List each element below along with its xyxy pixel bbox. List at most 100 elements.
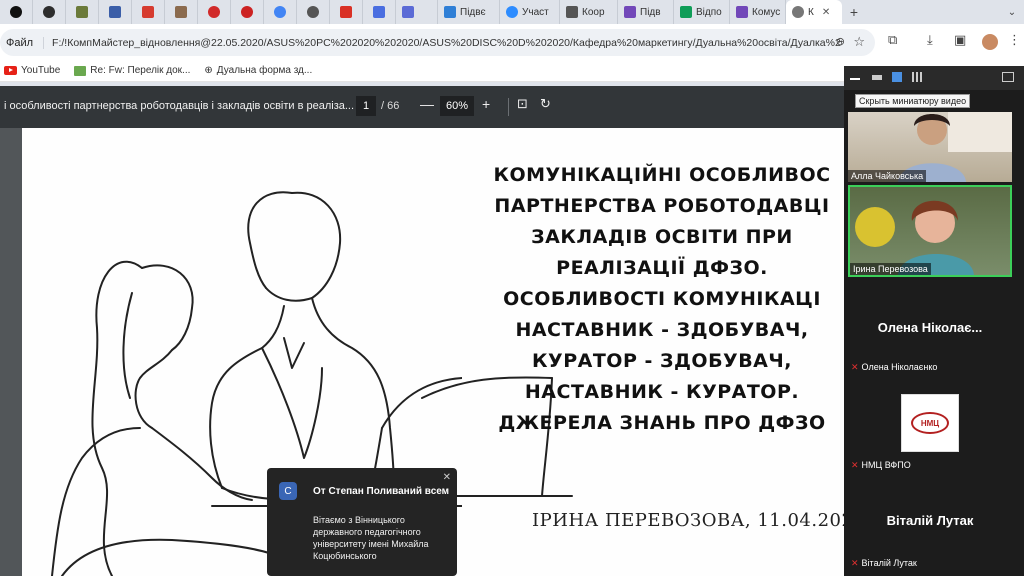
bookmark-mail[interactable]: Re: Fw: Перелік док... bbox=[74, 65, 190, 76]
tab-label: Участ bbox=[522, 6, 549, 18]
hide-video-icon[interactable] bbox=[872, 75, 882, 80]
tab-7[interactable] bbox=[231, 0, 264, 24]
tab-4[interactable] bbox=[132, 0, 165, 24]
tab-label: К bbox=[808, 6, 814, 18]
tab-16[interactable]: Підв bbox=[618, 0, 674, 24]
tab-12[interactable] bbox=[396, 0, 438, 24]
chat-sender: От Степан Поливаний всем bbox=[313, 486, 450, 497]
zoom-lens-icon[interactable]: ⊖ bbox=[836, 35, 845, 48]
new-tab-button[interactable]: + bbox=[842, 0, 866, 24]
slide-title-line: НАСТАВНИК - КУРАТОР. bbox=[524, 381, 800, 403]
slide-title-line: КОМУНІКАЦІЙНІ ОСОБЛИВОС bbox=[493, 164, 831, 186]
file-scheme-label: Файл bbox=[6, 36, 45, 49]
participant-name: НМЦ ВФПО bbox=[861, 460, 911, 470]
participant-video-active-speaker[interactable]: Ірина Перевозова bbox=[848, 185, 1012, 277]
tab-favicon-icon bbox=[307, 6, 319, 18]
participant-name: Алла Чайковська bbox=[848, 170, 927, 182]
toolbar-divider bbox=[508, 98, 509, 116]
browser-toolbar: Файл F:/!КомпМайстер_відновлення@22.05.2… bbox=[0, 24, 1024, 60]
slide-title-line: РЕАЛІЗАЦІЇ ДФЗО. bbox=[556, 257, 768, 279]
sidebar-icon[interactable]: ▣ bbox=[954, 32, 966, 48]
bookmark-star-icon[interactable]: ☆ bbox=[853, 34, 865, 50]
tab-favicon-icon bbox=[444, 6, 456, 18]
muted-mic-icon: ✕ bbox=[851, 362, 859, 372]
tab-label: Комус bbox=[752, 6, 781, 18]
participant-name: Олена Ніколаєнко bbox=[861, 362, 938, 372]
tab-active[interactable]: К ✕ bbox=[786, 0, 842, 24]
tab-label: Підв bbox=[640, 6, 661, 18]
video-panel-header bbox=[844, 66, 1024, 90]
participant-display-name: Віталій Лутак bbox=[886, 513, 974, 528]
tab-favicon-icon bbox=[241, 6, 253, 18]
profile-avatar[interactable] bbox=[982, 34, 998, 50]
participant-tile[interactable]: ✕ НМЦ ВФПО bbox=[848, 454, 1012, 472]
sender-avatar: С bbox=[279, 482, 297, 500]
zoom-out-button[interactable]: — bbox=[420, 96, 434, 112]
youtube-icon bbox=[4, 66, 17, 75]
rotate-icon[interactable]: ↻ bbox=[540, 96, 551, 112]
pdf-title: і особливості партнерства роботодавців і… bbox=[4, 100, 355, 112]
extensions-icon[interactable]: ⧉ bbox=[888, 32, 897, 48]
pdf-toolbar: і особливості партнерства роботодавців і… bbox=[0, 86, 844, 128]
close-icon[interactable]: ✕ bbox=[443, 472, 451, 483]
page-number-input[interactable]: 1 bbox=[356, 96, 376, 116]
forms-icon bbox=[736, 6, 748, 18]
minimize-video-icon[interactable] bbox=[850, 72, 860, 80]
nmc-logo-icon: НМЦ bbox=[911, 412, 949, 434]
tab-favicon-icon bbox=[208, 6, 220, 18]
slide-title-line: НАСТАВНИК - ЗДОБУВАЧ, bbox=[515, 319, 809, 341]
slide-title-line: ЗАКЛАДІВ ОСВІТИ ПРИ bbox=[531, 226, 793, 248]
tab-3[interactable] bbox=[99, 0, 132, 24]
tab-favicon-icon bbox=[10, 6, 22, 18]
participant-name: Ірина Перевозова bbox=[850, 263, 931, 275]
tab-11[interactable] bbox=[363, 0, 396, 24]
tab-strip: Підвє Участ Коор Підв Відпо Комус К ✕ + ⌄ bbox=[0, 0, 1024, 24]
slide-title-line: ДЖЕРЕЛА ЗНАНЬ ПРО ДФЗО bbox=[498, 412, 826, 434]
close-tab-icon[interactable]: ✕ bbox=[822, 7, 830, 18]
tab-10[interactable] bbox=[330, 0, 363, 24]
participant-video[interactable]: Алла Чайковська bbox=[848, 112, 1012, 182]
menu-icon[interactable]: ⋮ bbox=[1008, 32, 1021, 48]
speaker-view-icon[interactable] bbox=[892, 72, 902, 82]
tab-18[interactable]: Комус bbox=[730, 0, 786, 24]
slide-title-line: ОСОБЛИВОСТІ КОМУНІКАЦІ bbox=[503, 288, 821, 310]
tab-favicon-icon bbox=[76, 6, 88, 18]
url-text[interactable]: F:/!КомпМайстер_відновлення@22.05.2020/A… bbox=[52, 37, 842, 49]
tab-2[interactable] bbox=[66, 0, 99, 24]
tab-8[interactable] bbox=[264, 0, 297, 24]
tab-0[interactable] bbox=[0, 0, 33, 24]
participant-tile[interactable]: Віталій Лутак ✕ Віталій Лутак bbox=[848, 480, 1012, 570]
google-icon bbox=[274, 6, 286, 18]
slide-title-line: ПАРТНЕРСТВА РОБОТОДАВЦІ bbox=[494, 195, 830, 217]
exit-minimize-icon[interactable] bbox=[1002, 72, 1014, 82]
globe-icon bbox=[792, 6, 804, 18]
gallery-view-icon[interactable] bbox=[912, 72, 922, 82]
tab-label: Підвє bbox=[460, 6, 486, 18]
tab-14[interactable]: Участ bbox=[500, 0, 560, 24]
tab-13[interactable]: Підвє bbox=[438, 0, 500, 24]
tab-1[interactable] bbox=[33, 0, 66, 24]
muted-mic-icon: ✕ bbox=[851, 460, 859, 470]
fit-page-icon[interactable]: ⊡ bbox=[517, 96, 528, 112]
bookmark-label: Re: Fw: Перелік док... bbox=[90, 65, 191, 76]
tab-17[interactable]: Відпо bbox=[674, 0, 730, 24]
download-icon[interactable]: ⤓ bbox=[927, 32, 933, 48]
tab-favicon-icon bbox=[340, 6, 352, 18]
participant-tile[interactable]: Олена Ніколає... ✕ Олена Ніколаєнко bbox=[848, 282, 1012, 374]
mail-icon bbox=[74, 65, 87, 76]
bookmark-youtube[interactable]: YouTube bbox=[4, 65, 60, 76]
zoom-level-input[interactable]: 60% bbox=[440, 96, 474, 116]
bookmark-dual[interactable]: ⊕ Дуальна форма зд... bbox=[204, 65, 312, 76]
tab-6[interactable] bbox=[198, 0, 231, 24]
chat-notification[interactable]: С От Степан Поливаний всем ✕ Вітаємо з В… bbox=[267, 468, 457, 576]
zoom-in-button[interactable]: + bbox=[482, 96, 490, 112]
tab-5[interactable] bbox=[165, 0, 198, 24]
participant-display-name: Олена Ніколає... bbox=[877, 320, 983, 335]
zoom-icon bbox=[506, 6, 518, 18]
participant-photo bbox=[855, 200, 974, 275]
tab-15[interactable]: Коор bbox=[560, 0, 618, 24]
tab-9[interactable] bbox=[297, 0, 330, 24]
tab-search-icon[interactable]: ⌄ bbox=[1000, 7, 1024, 18]
address-bar[interactable]: Файл F:/!КомпМайстер_відновлення@22.05.2… bbox=[0, 29, 875, 56]
chat-message: Вітаємо з Вінницького державного педагог… bbox=[313, 515, 429, 561]
